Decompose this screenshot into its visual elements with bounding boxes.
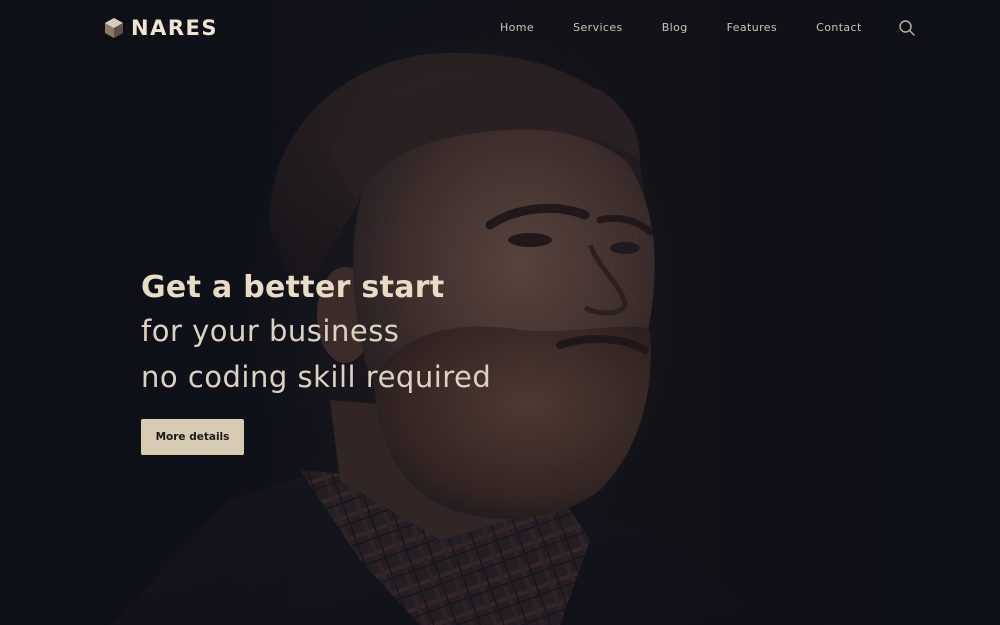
hero-headline: Get a better start <box>141 270 445 305</box>
landing-page: NARES Home Services Blog Features Contac… <box>0 0 1000 625</box>
brand-name: NARES <box>131 16 218 40</box>
more-details-button[interactable]: More details <box>141 419 244 455</box>
hero-text: Get a better start for your business no … <box>141 268 661 400</box>
logo[interactable]: NARES <box>104 17 218 39</box>
hero-subline-1: for your business <box>141 314 400 348</box>
hero-subline-2: no coding skill required <box>141 360 492 394</box>
main-nav: Home Services Blog Features Contact <box>500 21 862 35</box>
nav-features[interactable]: Features <box>727 21 778 35</box>
nav-services[interactable]: Services <box>573 21 623 35</box>
search-icon[interactable] <box>898 19 916 37</box>
nav-contact[interactable]: Contact <box>816 21 862 35</box>
hexagon-cube-icon <box>105 18 123 38</box>
nav-home[interactable]: Home <box>500 21 534 35</box>
site-header: NARES Home Services Blog Features Contac… <box>0 0 1000 60</box>
nav-blog[interactable]: Blog <box>662 21 688 35</box>
